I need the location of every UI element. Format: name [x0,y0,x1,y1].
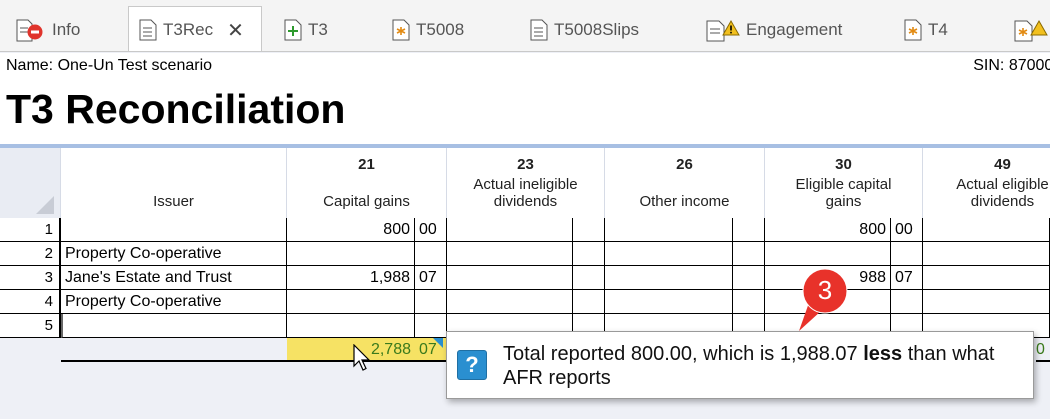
client-sin: SIN: 87000148 [973,57,1050,74]
cell-empty[interactable] [447,218,573,242]
cell-c21-d[interactable]: 1,988 [287,266,415,290]
tab-t5008[interactable]: T5008 [392,8,465,51]
cell-empty[interactable] [923,218,1050,242]
cell-c30-c[interactable] [891,290,923,314]
cell-c30-d[interactable]: 800 [765,218,891,242]
cell-empty[interactable] [605,266,733,290]
cell-empty[interactable] [733,242,765,266]
total-label-cell [61,338,287,362]
cell-c21-c[interactable]: 00 [415,218,447,242]
cell-c21-c[interactable] [415,242,447,266]
cell-empty[interactable] [923,242,1050,266]
grid-corner [0,148,61,218]
doc-star-icon [392,19,410,41]
doc-star-warning-icon [1014,19,1048,42]
tab-t5008slips[interactable]: T5008Slips [530,8,640,51]
question-icon: ? [457,350,487,380]
tab-t3rec[interactable]: T3Rec ✕ [128,6,262,51]
tab-bar: Info T3Rec ✕ T3 T5008 T5008Slips Engagem… [0,0,1050,52]
doc-icon [139,19,157,41]
column-header-30: 30 Eligible capital gains [765,148,923,218]
cell-empty[interactable] [733,218,765,242]
tab-engagement[interactable]: Engagement [706,8,843,51]
tab-label: T5008 [416,20,465,39]
tab-label: Info [52,20,81,39]
cell-c30-d[interactable] [765,242,891,266]
cell-c30-c[interactable]: 07 [891,266,923,290]
row-number: 1 [0,218,61,242]
tab-label: T4 [928,20,948,39]
column-header-issuer: Issuer [61,148,287,218]
form-header: Name: One-Un Test scenario SIN: 87000148… [0,53,1050,145]
column-header-49: 49 Actual eligible dividends [923,148,1050,218]
page-title: T3 Reconciliation [6,86,346,132]
cell-issuer[interactable] [61,314,287,338]
cell-issuer[interactable]: Jane's Estate and Trust [61,266,287,290]
tab-t3[interactable]: T3 [284,8,328,51]
cell-empty[interactable] [573,266,605,290]
tab-t4[interactable]: T4 [904,8,948,51]
cell-empty[interactable] [573,242,605,266]
mouse-cursor-icon [353,343,373,372]
cell-c21-d[interactable] [287,242,415,266]
cell-c21-c[interactable]: 07 [415,266,447,290]
doc-plus-icon [284,19,302,41]
cell-issuer[interactable] [61,218,287,242]
doc-warning-icon [706,19,740,42]
tooltip-message: Total reported 800.00, which is 1,988.07… [503,343,995,389]
cell-empty[interactable] [605,218,733,242]
cell-empty[interactable] [923,290,1050,314]
cell-empty[interactable] [733,266,765,290]
cell-empty[interactable] [447,242,573,266]
client-name: Name: One-Un Test scenario [6,57,213,74]
column-header-21: 21 Capital gains [287,148,447,218]
cell-empty[interactable] [605,242,733,266]
cell-empty[interactable] [447,266,573,290]
cell-c21-d[interactable]: 800 [287,218,415,242]
cell-empty[interactable] [447,290,573,314]
tab-overflow[interactable] [1014,8,1048,51]
tab-label: T3 [308,20,328,39]
tooltip-marker-icon [433,338,443,348]
close-icon[interactable]: ✕ [227,18,244,43]
row-number: 3 [0,266,61,290]
total-c49-partial: 0 [1036,338,1050,362]
doc-error-icon [16,19,43,42]
tab-label: Engagement [746,20,843,39]
tab-info[interactable]: Info [16,8,81,51]
row-number: 5 [0,314,61,338]
cell-c30-c[interactable]: 00 [891,218,923,242]
cell-empty[interactable] [733,290,765,314]
column-header-23: 23 Actual ineligible dividends [447,148,605,218]
column-header-26: 26 Other income [605,148,765,218]
cell-c21-c[interactable] [415,290,447,314]
cell-c21-c[interactable] [415,314,447,338]
row-number: 4 [0,290,61,314]
tab-label: T3Rec [163,20,214,39]
variance-tooltip: ? Total reported 800.00, which is 1,988.… [446,331,1034,399]
cell-empty[interactable] [573,218,605,242]
doc-icon [530,19,548,41]
total-c21-dollars[interactable]: 2,788 [287,338,415,362]
cell-empty[interactable] [923,266,1050,290]
tab-label: T5008Slips [554,20,640,39]
callout-number: 3 [817,275,833,305]
cell-c21-d[interactable] [287,290,415,314]
cell-issuer[interactable]: Property Co-operative [61,290,287,314]
cell-c21-d[interactable] [287,314,415,338]
doc-star-icon [904,19,922,41]
callout-badge: 3 [793,267,857,331]
row-number: 2 [0,242,61,266]
cell-empty[interactable] [605,290,733,314]
cell-empty[interactable] [573,290,605,314]
cell-issuer[interactable]: Property Co-operative [61,242,287,266]
cell-c30-c[interactable] [891,242,923,266]
